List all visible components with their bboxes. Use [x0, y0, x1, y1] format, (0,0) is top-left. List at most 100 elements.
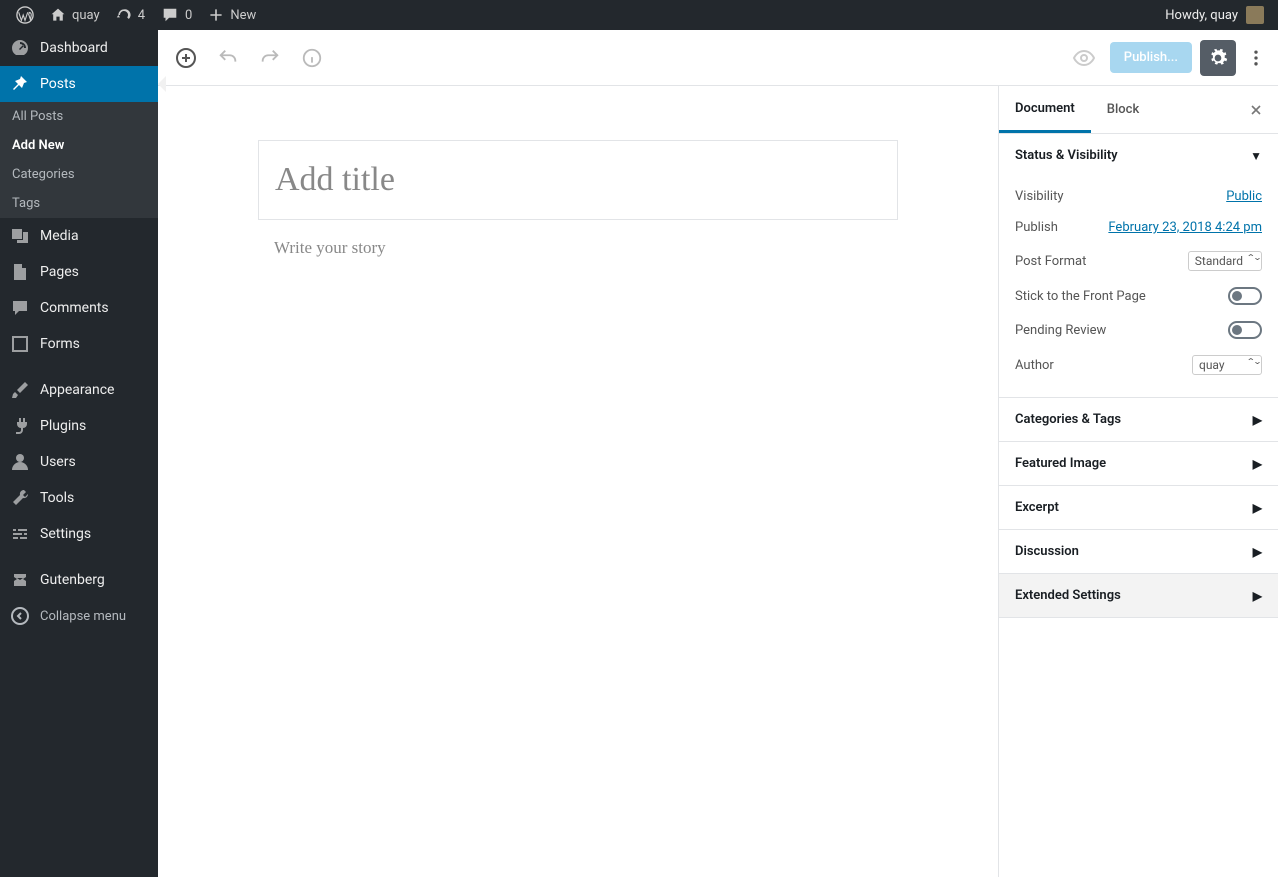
site-name-link[interactable]: quay: [42, 0, 108, 30]
post-format-label: Post Format: [1015, 254, 1086, 269]
editor-canvas[interactable]: Add title Write your story: [158, 86, 998, 877]
settings-toggle-button[interactable]: [1200, 40, 1236, 76]
sidebar-item-label: Posts: [40, 76, 76, 92]
plus-circle-icon: [174, 46, 198, 70]
sidebar-subitem-tags[interactable]: Tags: [0, 189, 158, 218]
plug-icon: [10, 416, 30, 436]
undo-icon: [217, 47, 239, 69]
wrench-icon: [10, 488, 30, 508]
section-header-status[interactable]: Status & Visibility ▼: [999, 134, 1278, 177]
admin-sidebar: Dashboard Posts All PostsAdd NewCategories…: [0, 30, 158, 877]
section-excerpt: Excerpt ▶: [999, 486, 1278, 530]
admin-bar-left: quay 4 0 New: [8, 0, 264, 30]
sidebar-subitem-all-posts[interactable]: All Posts: [0, 102, 158, 131]
sidebar-item-label: Gutenberg: [40, 572, 105, 588]
sidebar-item-dashboard[interactable]: Dashboard: [0, 30, 158, 66]
updates-count: 4: [138, 8, 145, 23]
visibility-label: Visibility: [1015, 189, 1064, 204]
user-icon: [10, 452, 30, 472]
chevron-right-icon: ▶: [1253, 413, 1262, 427]
add-block-button[interactable]: [168, 40, 204, 76]
sidebar-item-users[interactable]: Users: [0, 444, 158, 480]
pending-review-label: Pending Review: [1015, 323, 1106, 338]
pin-icon: [10, 74, 30, 94]
visibility-value-link[interactable]: Public: [1226, 189, 1262, 204]
refresh-icon: [116, 7, 132, 23]
post-title-input[interactable]: Add title: [258, 140, 898, 220]
comments-count: 0: [185, 8, 192, 23]
info-button[interactable]: [294, 40, 330, 76]
page-icon: [10, 262, 30, 282]
tab-block[interactable]: Block: [1091, 86, 1155, 133]
sidebar-item-label: Forms: [40, 336, 80, 352]
sidebar-item-media[interactable]: Media: [0, 218, 158, 254]
chevron-right-icon: ▶: [1253, 545, 1262, 559]
post-body-input[interactable]: Write your story: [258, 220, 898, 276]
sidebar-item-settings[interactable]: Settings: [0, 516, 158, 552]
dashboard-icon: [10, 38, 30, 58]
comment-icon: [10, 298, 30, 318]
close-panel-button[interactable]: [1240, 94, 1272, 126]
chevron-right-icon: ▶: [1253, 589, 1262, 603]
sidebar-item-plugins[interactable]: Plugins: [0, 408, 158, 444]
pending-toggle[interactable]: [1228, 321, 1262, 339]
sidebar-item-label: Media: [40, 228, 79, 244]
collapse-menu-button[interactable]: Collapse menu: [0, 598, 158, 634]
section-header-featured[interactable]: Featured Image ▶: [999, 442, 1278, 485]
redo-icon: [259, 47, 281, 69]
section-extended-settings: Extended Settings ▶: [999, 574, 1278, 618]
undo-button[interactable]: [210, 40, 246, 76]
howdy-text: Howdy, quay: [1165, 8, 1238, 23]
home-icon: [50, 7, 66, 23]
sidebar-item-label: Settings: [40, 526, 91, 542]
section-header-extended[interactable]: Extended Settings ▶: [999, 574, 1278, 617]
section-header-excerpt[interactable]: Excerpt ▶: [999, 486, 1278, 529]
section-header-discussion[interactable]: Discussion ▶: [999, 530, 1278, 573]
collapse-icon: [10, 606, 30, 626]
sidebar-item-label: Appearance: [40, 382, 114, 398]
author-select[interactable]: quay: [1192, 355, 1262, 375]
panel-tabs: Document Block: [999, 86, 1278, 134]
info-icon: [301, 47, 323, 69]
sidebar-item-gutenberg[interactable]: Gutenberg: [0, 562, 158, 598]
sidebar-item-pages[interactable]: Pages: [0, 254, 158, 290]
section-header-categories[interactable]: Categories & Tags ▶: [999, 398, 1278, 441]
sidebar-item-tools[interactable]: Tools: [0, 480, 158, 516]
comments-link[interactable]: 0: [153, 0, 200, 30]
stick-toggle[interactable]: [1228, 287, 1262, 305]
publish-date-link[interactable]: February 23, 2018 4:24 pm: [1108, 220, 1262, 235]
stick-front-page-label: Stick to the Front Page: [1015, 289, 1146, 304]
publish-label: Publish: [1015, 220, 1058, 235]
section-status-visibility: Status & Visibility ▼ Visibility Public …: [999, 134, 1278, 398]
wordpress-icon: [16, 6, 34, 24]
sidebar-item-label: Dashboard: [40, 40, 108, 56]
sidebar-item-label: Pages: [40, 264, 79, 280]
post-format-select[interactable]: Standard: [1188, 251, 1262, 271]
preview-button[interactable]: [1066, 40, 1102, 76]
sidebar-item-comments[interactable]: Comments: [0, 290, 158, 326]
admin-bar-right[interactable]: Howdy, quay: [1165, 6, 1270, 24]
updates-link[interactable]: 4: [108, 0, 153, 30]
brush-icon: [10, 380, 30, 400]
sidebar-subitem-categories[interactable]: Categories: [0, 160, 158, 189]
section-discussion: Discussion ▶: [999, 530, 1278, 574]
gutenberg-icon: [10, 570, 30, 590]
forms-icon: [10, 334, 30, 354]
media-icon: [10, 226, 30, 246]
avatar: [1246, 6, 1264, 24]
new-label: New: [230, 8, 256, 23]
sidebar-subitem-add-new[interactable]: Add New: [0, 131, 158, 160]
sliders-icon: [10, 524, 30, 544]
redo-button[interactable]: [252, 40, 288, 76]
more-menu-button[interactable]: [1244, 40, 1268, 76]
sidebar-item-appearance[interactable]: Appearance: [0, 372, 158, 408]
tab-document[interactable]: Document: [999, 86, 1091, 133]
publish-button[interactable]: Publish...: [1110, 42, 1192, 73]
sidebar-item-forms[interactable]: Forms: [0, 326, 158, 362]
more-vertical-icon: [1246, 48, 1266, 68]
close-icon: [1248, 102, 1264, 118]
settings-panel: Document Block Status & Visibility ▼ Vis…: [998, 86, 1278, 877]
sidebar-item-posts[interactable]: Posts: [0, 66, 158, 102]
wp-logo[interactable]: [8, 0, 42, 30]
new-content-link[interactable]: New: [200, 0, 264, 30]
